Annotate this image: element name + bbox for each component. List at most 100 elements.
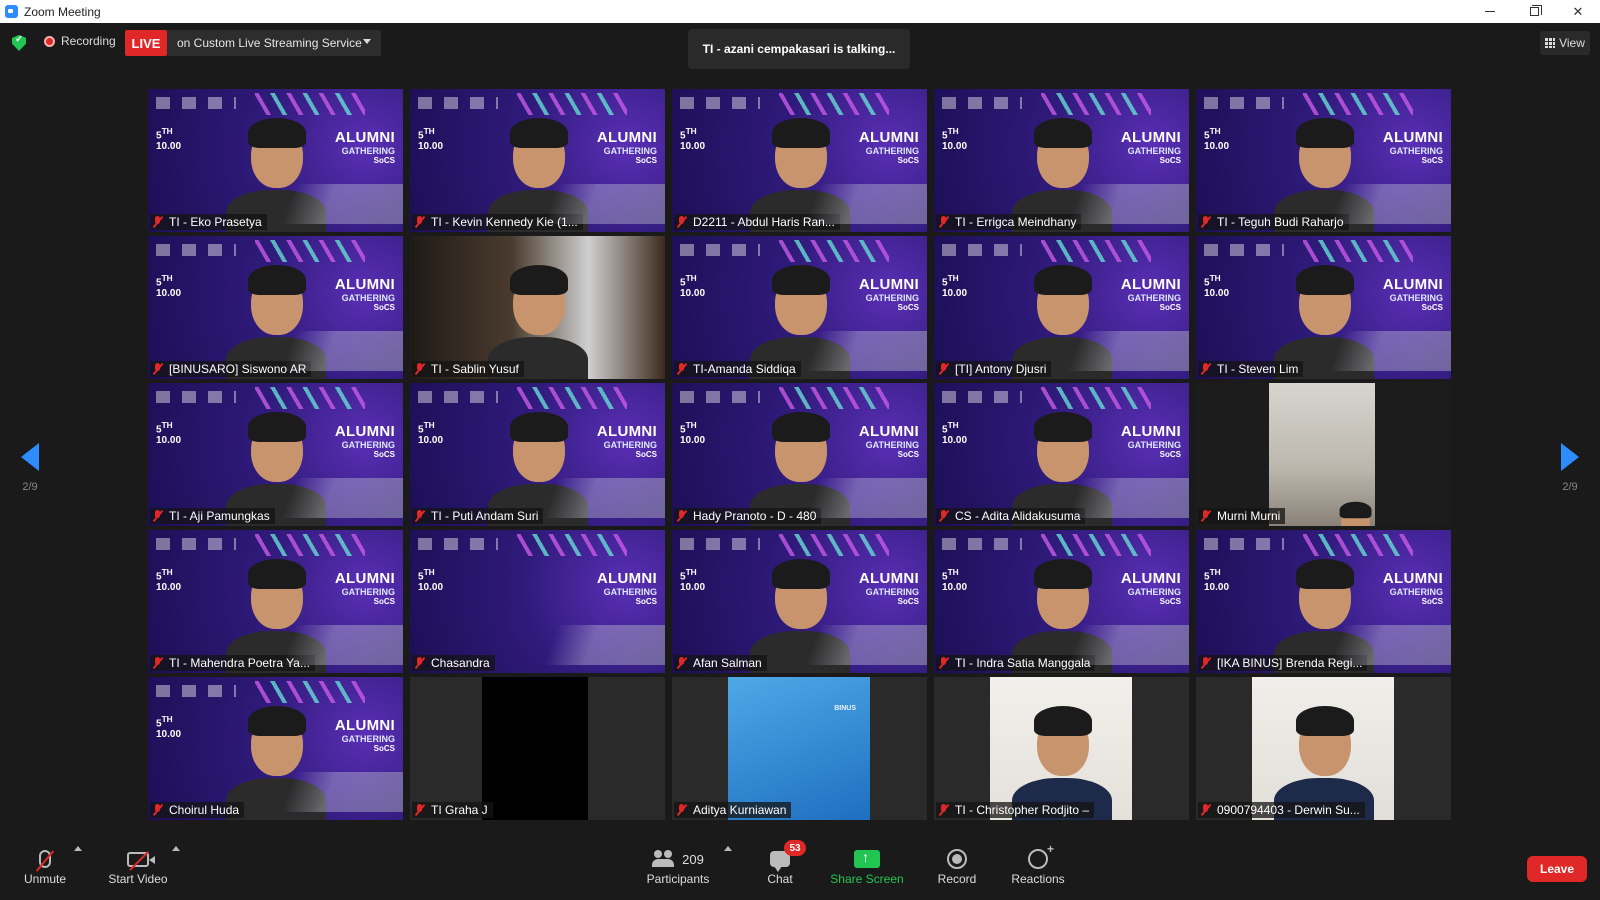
participant-video-tile[interactable]: 5TH 10.00 ALUMNI GATHERING SoCS [BINUSARO] Si… [148, 236, 403, 379]
participant-video-tile[interactable]: 5TH 10.00 ALUMNI GATHERING SoCS TI - Errigca … [934, 89, 1189, 232]
page-indicator-right: 2/9 [1562, 481, 1578, 493]
participant-video-tile[interactable]: 5TH 10.00 ALUMNI GATHERING SoCS D2211 - Abdul… [672, 89, 927, 232]
banner-date: 5TH 10.00 [1204, 126, 1230, 153]
reactions-button[interactable]: Reactions [1008, 842, 1068, 894]
start-video-label: Start Video [108, 872, 168, 886]
view-button[interactable]: View [1540, 31, 1590, 55]
live-badge[interactable]: LIVE [125, 30, 167, 56]
participant-name-label: TI - Errigca Meindhany [936, 214, 1082, 230]
participant-video-tile[interactable]: 5TH 10.00 ALUMNI GATHERING SoCS TI - Kevin Ke… [410, 89, 665, 232]
window-titlebar: Zoom Meeting ✕ [0, 0, 1600, 23]
participant-name-label: Afan Salman [674, 655, 767, 671]
participant-video-tile[interactable]: 5TH 10.00 ALUMNI GATHERING SoCS Choirul Huda [148, 677, 403, 820]
camera-feed [728, 677, 870, 820]
restore-button[interactable] [1512, 0, 1556, 23]
participant-video-tile[interactable]: Murni Murni [1196, 383, 1451, 526]
banner-date: 5TH 10.00 [1204, 567, 1230, 594]
arrow-left-icon[interactable] [21, 443, 39, 471]
participant-video-tile[interactable]: 5TH 10.00 ALUMNI GATHERING SoCS TI - Indra Sa… [934, 530, 1189, 673]
event-banner-text: ALUMNI GATHERING SoCS [334, 276, 395, 312]
video-off-icon [127, 851, 155, 867]
minimize-button[interactable] [1468, 0, 1512, 23]
close-icon: ✕ [1572, 3, 1584, 19]
video-options-caret-icon[interactable] [172, 846, 180, 851]
window-title: Zoom Meeting [24, 4, 101, 19]
mic-muted-icon [676, 216, 688, 228]
banner-date: 5TH 10.00 [156, 714, 182, 741]
participant-name-label: Hady Pranoto - D - 480 [674, 508, 822, 524]
unmute-button[interactable]: Unmute [22, 846, 68, 894]
event-banner-text: ALUMNI GATHERING SoCS [858, 276, 919, 312]
mic-muted-icon [938, 363, 950, 375]
participant-name: TI - Indra Satia Manggala [955, 656, 1091, 670]
participant-video-tile[interactable]: 5TH 10.00 ALUMNI GATHERING SoCS TI - Mahendra… [148, 530, 403, 673]
event-banner-text: ALUMNI GATHERING SoCS [1120, 570, 1181, 606]
participant-video-tile[interactable]: 5TH 10.00 ALUMNI GATHERING SoCS Afan Salman [672, 530, 927, 673]
record-button[interactable]: Record [935, 846, 979, 894]
event-banner-text: ALUMNI GATHERING SoCS [334, 129, 395, 165]
page-indicator-left: 2/9 [22, 481, 38, 493]
mic-muted-icon [1200, 804, 1212, 816]
arrow-right-icon[interactable] [1561, 443, 1579, 471]
start-video-button[interactable]: Start Video [106, 846, 170, 894]
participant-video-tile[interactable]: Aditya Kurniawan [672, 677, 927, 820]
banner-date: 5TH 10.00 [942, 273, 968, 300]
banner-date: 5TH 10.00 [418, 126, 444, 153]
participant-video-tile[interactable]: 5TH 10.00 ALUMNI GATHERING SoCS [IKA BINUS] B… [1196, 530, 1451, 673]
participant-video-tile[interactable]: TI Graha J [410, 677, 665, 820]
participant-video-tile[interactable]: 5TH 10.00 ALUMNI GATHERING SoCS TI - Teguh Bu… [1196, 89, 1451, 232]
participant-name: TI Graha J [431, 803, 488, 817]
event-banner-text: ALUMNI GATHERING SoCS [1120, 423, 1181, 459]
view-label: View [1559, 36, 1585, 50]
participant-video-tile[interactable]: 5TH 10.00 ALUMNI GATHERING SoCS TI - Steven L… [1196, 236, 1451, 379]
participant-video-feed [1011, 543, 1112, 673]
audio-options-caret-icon[interactable] [74, 846, 82, 851]
mic-muted-icon [1200, 363, 1212, 375]
participant-video-tile[interactable]: 5TH 10.00 ALUMNI GATHERING SoCS CS - Adita Al… [934, 383, 1189, 526]
participant-video-tile[interactable]: 5TH 10.00 ALUMNI GATHERING SoCS Hady Pranoto … [672, 383, 927, 526]
recording-indicator[interactable]: Recording [44, 34, 116, 48]
participant-video-tile[interactable]: TI - Sablin Yusuf [410, 236, 665, 379]
participants-label: Participants [646, 872, 710, 886]
participant-name-label: Choirul Huda [150, 802, 245, 818]
participant-name-label: [IKA BINUS] Brenda Regi... [1198, 655, 1368, 671]
chat-button[interactable]: 53 Chat [760, 840, 806, 894]
participants-caret-icon[interactable] [724, 846, 732, 851]
participant-video-feed [1011, 102, 1112, 232]
encryption-shield-icon[interactable] [12, 35, 26, 51]
close-button[interactable]: ✕ [1556, 0, 1600, 23]
participant-video-tile[interactable]: 0900794403 - Derwin Su... [1196, 677, 1451, 820]
participant-video-tile[interactable]: 5TH 10.00 ALUMNI GATHERING SoCS TI - Eko Pras… [148, 89, 403, 232]
event-banner-text: ALUMNI GATHERING SoCS [1382, 276, 1443, 312]
participant-video-feed [1011, 690, 1112, 820]
participant-video-tile[interactable]: 5TH 10.00 ALUMNI GATHERING SoCS Chasandra [410, 530, 665, 673]
participant-name: TI-Amanda Siddiqa [693, 362, 796, 376]
mic-muted-icon [938, 804, 950, 816]
participant-name: TI - Errigca Meindhany [955, 215, 1077, 229]
participant-name-label: TI - Kevin Kennedy Kie (1... [412, 214, 583, 230]
participant-video-tile[interactable]: 5TH 10.00 ALUMNI GATHERING SoCS TI - Aji Pamu… [148, 383, 403, 526]
leave-button[interactable]: Leave [1527, 856, 1587, 882]
record-label: Record [937, 872, 977, 886]
participant-video-tile[interactable]: 5TH 10.00 ALUMNI GATHERING SoCS TI-Amanda Sid… [672, 236, 927, 379]
participant-video-tile[interactable]: TI - Christopher Rodjito – [934, 677, 1189, 820]
next-page-nav[interactable]: 2/9 [1550, 443, 1590, 493]
participant-video-feed [225, 102, 326, 232]
share-screen-button[interactable]: Share Screen [830, 846, 904, 894]
participant-video-tile[interactable]: 5TH 10.00 ALUMNI GATHERING SoCS [TI] Antony D… [934, 236, 1189, 379]
participants-button[interactable]: 209 Participants [640, 846, 716, 894]
participant-video-tile[interactable]: 5TH 10.00 ALUMNI GATHERING SoCS TI - Puti And… [410, 383, 665, 526]
sponsor-logos [942, 97, 1022, 109]
mic-muted-icon [414, 804, 426, 816]
live-stream-dropdown[interactable]: on Custom Live Streaming Service [167, 30, 381, 56]
meeting-stage: Recording LIVE on Custom Live Streaming … [0, 23, 1600, 900]
event-banner-text: ALUMNI GATHERING SoCS [334, 570, 395, 606]
participant-video-feed [225, 249, 326, 379]
recording-label: Recording [61, 34, 116, 48]
participant-name: TI - Sablin Yusuf [431, 362, 519, 376]
sponsor-logos [1204, 97, 1284, 109]
sponsor-logos [942, 244, 1022, 256]
zoom-app-icon [5, 5, 18, 18]
prev-page-nav[interactable]: 2/9 [10, 443, 50, 493]
mic-muted-icon [676, 363, 688, 375]
